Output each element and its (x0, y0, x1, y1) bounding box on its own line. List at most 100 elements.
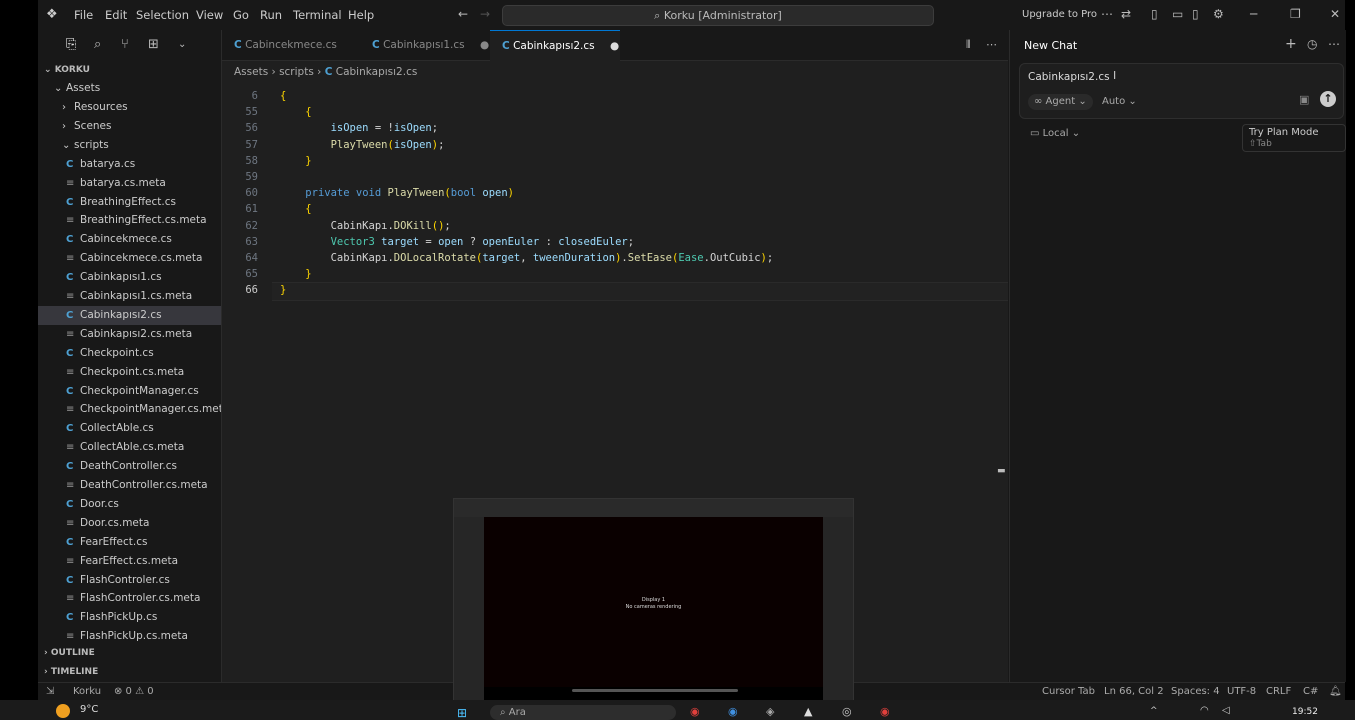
close-icon[interactable]: ✕ (1330, 7, 1340, 21)
browser-icon[interactable]: ◉ (728, 705, 738, 718)
menu-view[interactable]: View (196, 8, 223, 22)
breadcrumb-scripts[interactable]: scripts (279, 66, 314, 78)
agent-mode-select[interactable]: ∞ Agent ⌄ (1028, 94, 1093, 110)
tab-cabincekmece[interactable]: C Cabincekmece.cs (222, 30, 360, 60)
encoding[interactable]: UTF-8 (1227, 686, 1256, 697)
toggle-secondary-sidebar-icon[interactable]: ▯ (1192, 7, 1199, 21)
tree-file[interactable]: ≡ CollectAble.cs.meta (38, 438, 221, 457)
app-icon[interactable]: ◉ (690, 705, 700, 718)
upgrade-button[interactable]: Upgrade to Pro (1022, 9, 1097, 20)
code-line[interactable]: CabinKapı.DOLocalRotate(target, tweenDur… (280, 252, 774, 264)
timeline-section[interactable]: › TIMELINE (44, 667, 98, 677)
tree-file[interactable]: ≡ Cabinkapısı2.cs.meta (38, 325, 221, 344)
back-arrow-icon[interactable]: ← (458, 7, 468, 21)
preview-scrollbar[interactable] (572, 689, 738, 692)
menu-run[interactable]: Run (260, 8, 282, 22)
line-ending[interactable]: CRLF (1266, 686, 1291, 697)
folder-assets[interactable]: ⌄ Assets (38, 79, 221, 98)
tree-file[interactable]: ≡ CheckpointManager.cs.meta (38, 400, 221, 419)
game-preview-window[interactable]: Display 1 No cameras rendering (453, 498, 854, 706)
sync-icon[interactable]: ⇄ (1121, 7, 1131, 21)
toggle-panel-icon[interactable]: ▭ (1172, 7, 1183, 21)
problems-count[interactable]: ⊗ 0 ⚠ 0 (114, 686, 154, 697)
windows-start-icon[interactable]: ⊞ (457, 706, 467, 720)
context-file-chip[interactable]: Cabinkapısı2.cs (1028, 71, 1110, 83)
menu-help[interactable]: Help (348, 8, 374, 22)
wifi-icon[interactable]: ◠ (1200, 705, 1209, 716)
image-attach-icon[interactable]: ▣ (1299, 93, 1309, 106)
source-control-icon[interactable]: ⑂ (121, 37, 129, 52)
tree-file[interactable]: ≡ Cabinkapısı1.cs.meta (38, 287, 221, 306)
code-line[interactable]: { (280, 203, 311, 215)
tree-file[interactable]: C CheckpointManager.cs (38, 382, 221, 401)
split-editor-icon[interactable]: ⫴ (966, 38, 971, 52)
forward-arrow-icon[interactable]: → (480, 7, 490, 21)
tab-cabinkapisi2[interactable]: C Cabinkapısı2.cs ● (490, 30, 620, 61)
code-line[interactable]: Vector3 target = open ? openEuler : clos… (280, 236, 635, 248)
code-line[interactable]: PlayTween(isOpen); (280, 139, 445, 151)
outline-section[interactable]: › OUTLINE (44, 648, 95, 658)
menu-go[interactable]: Go (233, 8, 249, 22)
code-line[interactable]: isOpen = !isOpen; (280, 122, 439, 134)
tree-folder[interactable]: › Scenes (38, 117, 221, 136)
tree-file[interactable]: C FlashControler.cs (38, 571, 221, 590)
breadcrumb-file[interactable]: Cabinkapısı2.cs (336, 66, 418, 78)
code-line[interactable]: } (280, 155, 311, 167)
tree-folder[interactable]: ⌄ scripts (38, 136, 221, 155)
tree-file[interactable]: ≡ FlashControler.cs.meta (38, 589, 221, 608)
command-center-search[interactable]: ⌕ Korku [Administrator] (502, 5, 934, 26)
indentation[interactable]: Spaces: 4 (1171, 686, 1220, 697)
notifications-bell-icon[interactable]: 🔔︎ (1329, 686, 1342, 697)
minimize-icon[interactable]: ─ (1250, 7, 1257, 21)
cursor-tab-status[interactable]: Cursor Tab (1042, 686, 1095, 697)
more-actions-icon[interactable]: ⋯ (986, 38, 997, 51)
code-line[interactable]: { (280, 106, 311, 118)
code-line[interactable]: { (280, 90, 286, 102)
tree-file[interactable]: C Cabinkapısı2.cs (38, 305, 221, 325)
local-select[interactable]: ▭ Local ⌄ (1030, 128, 1080, 139)
tree-file[interactable]: C Cabincekmece.cs (38, 230, 221, 249)
tree-file[interactable]: ≡ Checkpoint.cs.meta (38, 363, 221, 382)
model-select[interactable]: Auto ⌄ (1102, 94, 1137, 110)
code-line[interactable]: } (280, 284, 286, 296)
tree-file[interactable]: ≡ batarya.cs.meta (38, 174, 221, 193)
tree-file[interactable]: C Checkpoint.cs (38, 344, 221, 363)
unsaved-dot-icon[interactable]: ● (480, 39, 489, 51)
search-icon[interactable]: ⌕ (94, 37, 101, 52)
plan-mode-button[interactable]: Try Plan Mode ⇧Tab (1242, 124, 1346, 152)
app-icon-2[interactable]: ◎ (842, 705, 852, 718)
weather-temperature[interactable]: 9°C (80, 704, 98, 715)
code-line[interactable]: CabinKapı.DOKill(); (280, 220, 451, 232)
maximize-icon[interactable]: ❐ (1290, 7, 1301, 21)
app-icon-3[interactable]: ◉ (880, 705, 890, 718)
chevron-down-icon[interactable]: ⌄ (178, 39, 186, 50)
breadcrumb-assets[interactable]: Assets (234, 66, 268, 78)
menu-selection[interactable]: Selection (136, 8, 189, 22)
unity-icon[interactable]: ◈ (766, 705, 774, 718)
tree-file[interactable]: C FlashPickUp.cs (38, 608, 221, 627)
tree-file[interactable]: C Cabinkapısı1.cs (38, 268, 221, 287)
tree-file[interactable]: C DeathController.cs (38, 457, 221, 476)
menu-edit[interactable]: Edit (105, 8, 127, 22)
tree-file[interactable]: C BreathingEffect.cs (38, 193, 221, 212)
volume-icon[interactable]: ◁ (1222, 705, 1230, 716)
tree-file[interactable]: ≡ Cabincekmece.cs.meta (38, 249, 221, 268)
cursor-position[interactable]: Ln 66, Col 2 (1104, 686, 1164, 697)
toggle-sidebar-icon[interactable]: ▯ (1151, 7, 1158, 21)
language-mode[interactable]: C# (1303, 686, 1318, 697)
tree-file[interactable]: C Door.cs (38, 495, 221, 514)
menu-terminal[interactable]: Terminal (293, 8, 342, 22)
explorer-root[interactable]: ⌄ KORKU (44, 65, 90, 75)
more-icon[interactable]: ⋯ (1328, 37, 1340, 51)
menu-file[interactable]: File (74, 8, 93, 22)
history-icon[interactable]: ◷ (1307, 37, 1317, 51)
tree-folder[interactable]: › Resources (38, 98, 221, 117)
files-icon[interactable]: ⎘ (66, 37, 76, 52)
extensions-icon[interactable]: ⊞ (148, 37, 159, 52)
tree-file[interactable]: C CollectAble.cs (38, 419, 221, 438)
tab-cabinkapisi1[interactable]: C Cabinkapısı1.cs ● (360, 30, 490, 60)
tree-file[interactable]: C FearEffect.cs (38, 533, 221, 552)
taskbar-search[interactable]: ⌕ Ara (490, 705, 676, 720)
project-name[interactable]: Korku (73, 686, 101, 697)
tree-file[interactable]: ≡ FearEffect.cs.meta (38, 552, 221, 571)
